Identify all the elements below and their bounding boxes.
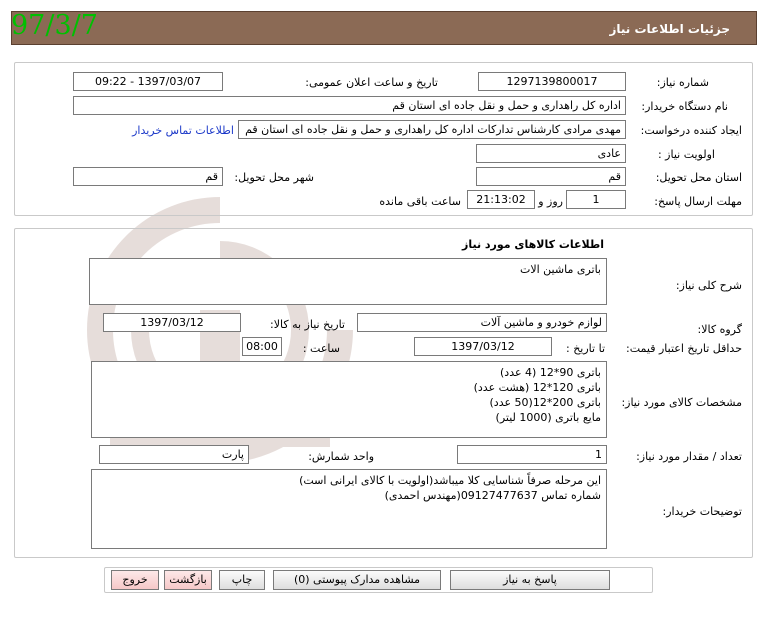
goods-specs-label: مشخصات کالای مورد نیاز:	[621, 396, 742, 409]
need-date-field: 1397/03/12	[103, 313, 241, 332]
unit-label: واحد شمارش:	[308, 450, 374, 463]
back-button[interactable]: بازگشت	[164, 570, 212, 590]
until-date-label: تا تاریخ :	[566, 342, 605, 355]
buyer-notes-label: توضیحات خریدار:	[662, 505, 743, 518]
unit-field: پارت	[99, 445, 249, 464]
delivery-province-label: استان محل تحویل:	[655, 171, 742, 184]
spec-line: باتری 90*12 (4 عدد)	[500, 366, 601, 379]
page-title: جزئیات اطلاعات نیاز	[609, 22, 730, 36]
general-description-text: باتری ماشین الات	[520, 263, 601, 276]
spec-line: باتری 200*12(50 عدد)	[489, 396, 601, 409]
general-description-label: شرح کلی نیاز:	[675, 279, 742, 292]
general-description-field: باتری ماشین الات	[89, 258, 607, 305]
print-button[interactable]: چاپ	[219, 570, 265, 590]
days-word: روز و	[538, 195, 563, 208]
quantity-field: 1	[457, 445, 607, 464]
need-date-label: تاریخ نیاز به کالا:	[270, 318, 345, 331]
announce-datetime-label: تاریخ و ساعت اعلان عمومی:	[305, 76, 438, 89]
buyer-notes-line: این مرحله صرفاً شناسایی کلا میباشد(اولوی…	[299, 474, 601, 487]
buyer-org-field: اداره کل راهداری و حمل و نقل جاده ای است…	[73, 96, 626, 115]
need-number-field: 1297139800017	[478, 72, 626, 91]
announce-datetime-field: 1397/03/07 - 09:22	[73, 72, 223, 91]
buyer-contact-link[interactable]: اطلاعات تماس خریدار	[132, 124, 234, 137]
reply-to-need-button[interactable]: پاسخ به نیاز	[450, 570, 610, 590]
deadline-days-field: 1	[566, 190, 626, 209]
goods-group-label: گروه کالا:	[697, 323, 742, 336]
spec-line: مایع باتری (1000 لیتر)	[495, 411, 601, 424]
goods-specs-field: باتری 90*12 (4 عدد) باتری 120*12 (هشت عد…	[91, 361, 607, 438]
delivery-city-label: شهر محل تحویل:	[234, 171, 314, 184]
price-validity-label: حداقل تاریخ اعتبار قیمت:	[626, 342, 742, 355]
exit-button[interactable]: خروج	[111, 570, 159, 590]
buyer-notes-line: شماره تماس 09127477637(مهندس احمدی)	[384, 489, 601, 502]
until-date-field: 1397/03/12	[414, 337, 552, 356]
page-header-bar: جزئیات اطلاعات نیاز	[11, 11, 757, 45]
remaining-text: ساعت باقی مانده	[379, 195, 461, 208]
hour-label: ساعت :	[302, 342, 340, 355]
spec-line: باتری 120*12 (هشت عدد)	[473, 381, 601, 394]
delivery-province-field: قم	[476, 167, 626, 186]
delivery-city-field: قم	[73, 167, 223, 186]
quantity-label: تعداد / مقدار مورد نیاز:	[636, 450, 742, 463]
request-creator-label: ایجاد کننده درخواست:	[640, 124, 742, 137]
buyer-org-label: نام دستگاه خریدار:	[641, 100, 728, 113]
date-stamp: 97/3/7	[11, 10, 98, 41]
hour-field: 08:00	[242, 337, 282, 356]
goods-group-field: لوازم خودرو و ماشین آلات	[357, 313, 607, 332]
deadline-time-field: 21:13:02	[467, 190, 535, 209]
need-number-label: شماره نیاز:	[656, 76, 709, 89]
request-creator-field: مهدی مرادی کارشناس تدارکات اداره کل راهد…	[238, 120, 626, 139]
response-deadline-label: مهلت ارسال پاسخ:	[654, 195, 742, 208]
goods-section-title: اطلاعات کالاهای مورد نیاز	[462, 238, 604, 251]
view-attachments-button[interactable]: مشاهده مدارک پیوستی (0)	[273, 570, 441, 590]
buyer-notes-field: این مرحله صرفاً شناسایی کلا میباشد(اولوی…	[91, 469, 607, 549]
priority-label: اولویت نیاز :	[657, 148, 715, 161]
priority-field: عادی	[476, 144, 626, 163]
